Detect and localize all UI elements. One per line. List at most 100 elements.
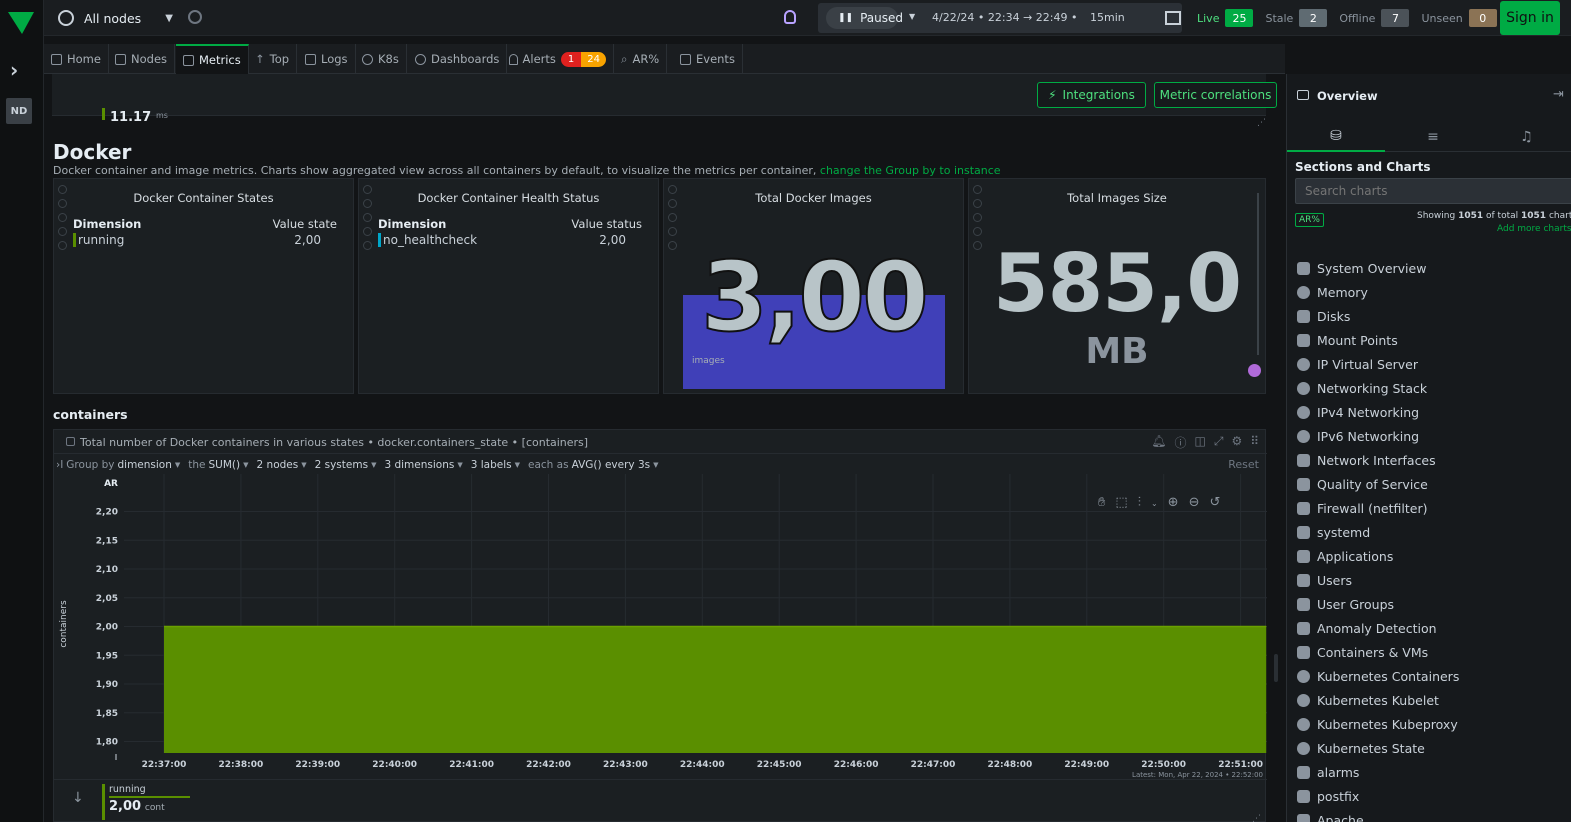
search-charts-input[interactable] xyxy=(1295,178,1571,204)
tool-icon[interactable] xyxy=(363,241,372,250)
live-count[interactable]: 25 xyxy=(1225,9,1254,27)
tab-dashboards[interactable]: Dashboards xyxy=(408,44,508,74)
duration[interactable]: 15min xyxy=(1090,11,1125,24)
tab-ar[interactable]: ⌕ AR% xyxy=(614,44,668,74)
metric-correlations-button[interactable]: Metric correlations xyxy=(1154,82,1277,108)
time-dropdown-icon[interactable]: ▼ xyxy=(909,12,915,21)
time-agg-token[interactable]: each as AVG() every 3s ▼ xyxy=(528,459,658,471)
side-item-user-groups[interactable]: User Groups xyxy=(1297,592,1394,616)
side-item-kubernetes-kubelet[interactable]: Kubernetes Kubelet xyxy=(1297,688,1439,712)
tab-nodes[interactable]: Nodes xyxy=(108,44,176,74)
dimension-running[interactable]: running xyxy=(73,233,124,247)
side-item-quality-of-service[interactable]: Quality of Service xyxy=(1297,472,1428,496)
aggregation-token[interactable]: the SUM() ▼ xyxy=(188,459,248,471)
side-item-ip-virtual-server[interactable]: IP Virtual Server xyxy=(1297,352,1418,376)
highlight-icon[interactable]: ⫶ xyxy=(1138,495,1141,510)
node-selector[interactable]: All nodes ▼ xyxy=(58,8,173,28)
side-item-mount-points[interactable]: Mount Points xyxy=(1297,328,1398,352)
tool-icon[interactable] xyxy=(668,213,677,222)
expand-chevron-icon[interactable]: › xyxy=(10,58,30,82)
tab-logs[interactable]: Logs xyxy=(298,44,356,74)
ar-badge[interactable]: AR% xyxy=(1295,213,1324,227)
tool-icon[interactable] xyxy=(668,227,677,236)
collapse-panel-icon[interactable]: ⇥ xyxy=(1553,87,1564,102)
tool-icon[interactable] xyxy=(363,213,372,222)
fullscreen-icon[interactable]: ⤢ xyxy=(1214,434,1224,451)
side-item-memory[interactable]: Memory xyxy=(1297,280,1368,304)
anomaly-icon[interactable] xyxy=(1248,364,1261,377)
card-scrollbar[interactable] xyxy=(1257,193,1259,355)
pan-icon[interactable]: ✋︎ xyxy=(1098,495,1105,510)
gear-icon[interactable] xyxy=(188,10,202,24)
stale-count[interactable]: 2 xyxy=(1299,9,1328,27)
group-by-token[interactable]: ›I Group by dimension ▼ xyxy=(56,459,180,471)
dimensions-token[interactable]: 3 dimensions ▼ xyxy=(384,459,462,471)
settings-icon[interactable]: ⚙︎ xyxy=(1231,434,1242,451)
bulb-icon[interactable] xyxy=(784,10,796,24)
side-item-kubernetes-state[interactable]: Kubernetes State xyxy=(1297,736,1425,760)
side-item-networking-stack[interactable]: Networking Stack xyxy=(1297,376,1427,400)
tab-home[interactable]: Home xyxy=(44,44,109,74)
tab-events[interactable]: Events xyxy=(673,44,743,74)
tool-icon[interactable] xyxy=(363,227,372,236)
bell-icon[interactable]: 🔔︎ xyxy=(1151,434,1166,451)
zoom-in-icon[interactable]: ⊕ xyxy=(1168,495,1179,510)
side-item-disks[interactable]: Disks xyxy=(1297,304,1350,328)
tab-k8s[interactable]: K8s xyxy=(355,44,407,74)
side-item-systemd[interactable]: systemd xyxy=(1297,520,1370,544)
chevron-down-icon[interactable]: ⌄ xyxy=(1151,499,1158,510)
labels-token[interactable]: 3 labels ▼ xyxy=(471,459,520,471)
legend-scroll-icon[interactable]: ↓ xyxy=(72,790,84,806)
cube-icon[interactable]: ◫ xyxy=(1194,434,1205,451)
info-icon[interactable]: ⓘ xyxy=(1174,434,1186,451)
side-item-firewall-netfilter[interactable]: Firewall (netfilter) xyxy=(1297,496,1427,520)
series-area-running[interactable] xyxy=(164,626,1267,754)
systems-token[interactable]: 2 systems ▼ xyxy=(315,459,377,471)
legend-item-running[interactable]: running 2,00 cont xyxy=(102,784,190,820)
side-item-anomaly-detection[interactable]: Anomaly Detection xyxy=(1297,616,1437,640)
sign-in-button[interactable]: Sign in xyxy=(1500,1,1560,35)
nodes-token[interactable]: 2 nodes ▼ xyxy=(257,459,307,471)
chart-plot[interactable]: 2,20 2,15 2,10 2,05 2,00 1,95 1,90 1,85 1,80 22:… xyxy=(54,474,1267,776)
tab-alerts[interactable]: Alerts 1 24 xyxy=(502,44,614,74)
unseen-count[interactable]: 0 xyxy=(1468,9,1497,27)
main-scrollbar[interactable] xyxy=(1274,654,1278,682)
tool-icon[interactable] xyxy=(973,227,982,236)
side-item-postfix[interactable]: postfix xyxy=(1297,784,1359,808)
description-link[interactable]: change the Group by to instance xyxy=(820,164,1001,177)
side-item-system-overview[interactable]: System Overview xyxy=(1297,256,1426,280)
side-item-kubernetes-containers[interactable]: Kubernetes Containers xyxy=(1297,664,1459,688)
zoom-reset-icon[interactable]: ↺ xyxy=(1209,495,1220,510)
side-tab-alerts[interactable]: ♫ xyxy=(1481,122,1571,152)
integrations-button[interactable]: ⚡ Integrations xyxy=(1037,82,1146,108)
reset-button[interactable]: Reset xyxy=(1228,458,1259,471)
tool-icon[interactable] xyxy=(973,213,982,222)
side-tab-charts[interactable]: ⛁ xyxy=(1287,122,1385,152)
resize-icon[interactable]: ⋰ xyxy=(1257,118,1266,128)
select-icon[interactable]: ⬚ xyxy=(1115,495,1127,510)
side-item-alarms[interactable]: alarms xyxy=(1297,760,1359,784)
tool-icon[interactable] xyxy=(58,241,67,250)
tab-metrics[interactable]: Metrics xyxy=(176,44,249,74)
tab-top[interactable]: ↑ Top xyxy=(248,44,298,74)
pause-button[interactable]: ❚❚ Paused xyxy=(826,7,903,29)
netdata-logo[interactable] xyxy=(6,8,36,36)
side-item-apache[interactable]: Apache xyxy=(1297,808,1364,822)
offline-count[interactable]: 7 xyxy=(1381,9,1410,27)
dimension-no-healthcheck[interactable]: no_healthcheck xyxy=(378,233,477,247)
side-item-containers-vms[interactable]: Containers & VMs xyxy=(1297,640,1428,664)
side-item-users[interactable]: Users xyxy=(1297,568,1352,592)
tool-icon[interactable] xyxy=(58,227,67,236)
add-more-charts-link[interactable]: Add more charts xyxy=(1497,224,1571,234)
zoom-out-icon[interactable]: ⊖ xyxy=(1189,495,1200,510)
resize-icon[interactable]: ⋰ xyxy=(1252,814,1261,822)
side-item-applications[interactable]: Applications xyxy=(1297,544,1393,568)
avatar[interactable]: ND xyxy=(6,98,32,124)
tool-icon[interactable] xyxy=(58,213,67,222)
time-range[interactable]: 4/22/24 • 22:34 → 22:49 • xyxy=(932,11,1077,24)
side-item-kubernetes-kubeproxy[interactable]: Kubernetes Kubeproxy xyxy=(1297,712,1458,736)
side-item-ipv6-networking[interactable]: IPv6 Networking xyxy=(1297,424,1419,448)
side-item-ipv4-networking[interactable]: IPv4 Networking xyxy=(1297,400,1419,424)
side-item-network-interfaces[interactable]: Network Interfaces xyxy=(1297,448,1436,472)
side-tab-filters[interactable]: ≡ xyxy=(1385,122,1481,152)
